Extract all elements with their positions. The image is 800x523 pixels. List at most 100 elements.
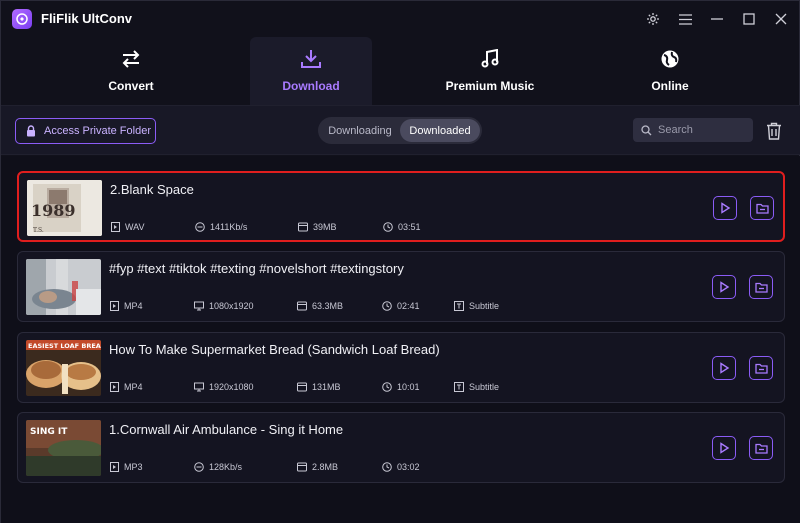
play-button[interactable] [712, 436, 736, 460]
file-size-icon [298, 222, 308, 232]
duration-value: 10:01 [397, 382, 420, 392]
clock-icon [382, 462, 392, 472]
delete-all-trash-icon[interactable] [764, 120, 784, 142]
size-meta: 63.3MB [297, 299, 343, 313]
tab-premium-music[interactable]: Premium Music [430, 37, 550, 105]
duration-meta: 03:02 [382, 460, 420, 474]
monitor-icon [194, 382, 204, 392]
access-private-folder-label: Access Private Folder [44, 125, 151, 137]
duration-meta: 03:51 [383, 220, 421, 234]
list-item[interactable]: EASIEST LOAF BREAD How To Make Supermark… [17, 332, 785, 403]
file-format-icon [109, 382, 119, 392]
menu-icon[interactable] [675, 9, 695, 29]
open-folder-button[interactable] [749, 356, 773, 380]
size-meta: 131MB [297, 380, 341, 394]
open-folder-button[interactable] [750, 196, 774, 220]
format-meta: MP3 [109, 460, 143, 474]
list-item[interactable]: #fyp #text #tiktok #texting #novelshort … [17, 251, 785, 322]
list-item[interactable]: 1989 T.S. 2.Blank Space WAV 1411Kb/s 39M… [17, 171, 785, 242]
size-value: 39MB [313, 222, 337, 232]
item-title: #fyp #text #tiktok #texting #novelshort … [109, 261, 404, 276]
app-title: FliFlik UltConv [41, 11, 132, 26]
item-title: 2.Blank Space [110, 182, 194, 197]
play-button[interactable] [712, 356, 736, 380]
search-box [633, 118, 753, 142]
close-icon[interactable] [771, 9, 791, 29]
main-tabs: Convert Download Premium Music Online [1, 37, 800, 105]
folder-icon [754, 443, 768, 454]
tab-convert-label: Convert [108, 79, 154, 93]
format-value: MP4 [124, 301, 143, 311]
bitrate-icon [194, 462, 204, 472]
app-window: FliFlik UltConv Convert Download Premium… [0, 0, 800, 523]
lock-icon [27, 125, 35, 137]
toolbar: Access Private Folder Downloading Downlo… [1, 105, 800, 155]
resolution-value: 1080x1920 [209, 301, 254, 311]
convert-arrows-icon [122, 50, 140, 68]
tab-convert[interactable]: Convert [70, 37, 192, 105]
list-item[interactable]: SING IT 1.Cornwall Air Ambulance - Sing … [17, 412, 785, 483]
file-size-icon [297, 382, 307, 392]
file-size-icon [297, 301, 307, 311]
music-note-icon [481, 49, 499, 68]
format-value: MP3 [124, 462, 143, 472]
search-icon [641, 124, 652, 135]
app-logo-icon [12, 9, 32, 29]
item-title: How To Make Supermarket Bread (Sandwich … [109, 342, 440, 357]
downloaded-list: 1989 T.S. 2.Blank Space WAV 1411Kb/s 39M… [1, 156, 800, 523]
format-meta: MP4 [109, 380, 143, 394]
play-button[interactable] [713, 196, 737, 220]
thumbnail-title: 1989 [31, 201, 76, 220]
maximize-icon[interactable] [739, 9, 759, 29]
clock-icon [382, 301, 392, 311]
tab-premium-music-label: Premium Music [445, 79, 535, 93]
duration-value: 03:51 [398, 222, 421, 232]
thumbnail: SING IT [26, 420, 101, 476]
tab-download-label: Download [282, 79, 340, 93]
tab-online-label: Online [651, 79, 689, 93]
title-bar: FliFlik UltConv [1, 1, 800, 37]
thumbnail: 1989 T.S. [27, 180, 102, 236]
settings-gear-icon[interactable] [643, 9, 663, 29]
file-size-icon [297, 462, 307, 472]
bitrate-icon [195, 222, 205, 232]
format-value: WAV [125, 222, 145, 232]
subtitle-icon [454, 382, 464, 392]
resolution-meta: 1920x1080 [194, 380, 254, 394]
thumbnail-title: EASIEST LOAF BREAD [28, 342, 101, 350]
play-icon [720, 362, 730, 374]
segment-downloaded[interactable]: Downloaded [400, 119, 480, 142]
tab-download[interactable]: Download [250, 37, 372, 105]
subtitle-meta: Subtitle [454, 299, 499, 313]
quality-value: 128Kb/s [209, 462, 243, 472]
size-value: 2.8MB [312, 462, 339, 472]
duration-value: 03:02 [397, 462, 420, 472]
window-controls [643, 9, 791, 29]
search-input[interactable] [658, 124, 743, 136]
access-private-folder-button[interactable]: Access Private Folder [15, 118, 156, 144]
minimize-icon[interactable] [707, 9, 727, 29]
thumbnail-title: SING IT [30, 427, 68, 437]
play-icon [720, 281, 730, 293]
open-folder-button[interactable] [749, 436, 773, 460]
folder-icon [754, 282, 768, 293]
folder-icon [754, 363, 768, 374]
resolution-meta: 1080x1920 [194, 299, 254, 313]
download-status-segment: Downloading Downloaded [318, 117, 482, 144]
clock-icon [383, 222, 393, 232]
subtitle-value: Subtitle [469, 301, 500, 311]
clock-icon [382, 382, 392, 392]
monitor-icon [194, 301, 204, 311]
file-format-icon [109, 462, 119, 472]
quality-meta: 128Kb/s [194, 460, 242, 474]
resolution-value: 1920x1080 [209, 382, 254, 392]
segment-downloading[interactable]: Downloading [320, 119, 400, 142]
thumbnail: EASIEST LOAF BREAD [26, 340, 101, 396]
format-meta: WAV [110, 220, 145, 234]
duration-meta: 02:41 [382, 299, 420, 313]
tab-online[interactable]: Online [609, 37, 731, 105]
play-icon [721, 202, 731, 214]
open-folder-button[interactable] [749, 275, 773, 299]
duration-value: 02:41 [397, 301, 420, 311]
play-button[interactable] [712, 275, 736, 299]
